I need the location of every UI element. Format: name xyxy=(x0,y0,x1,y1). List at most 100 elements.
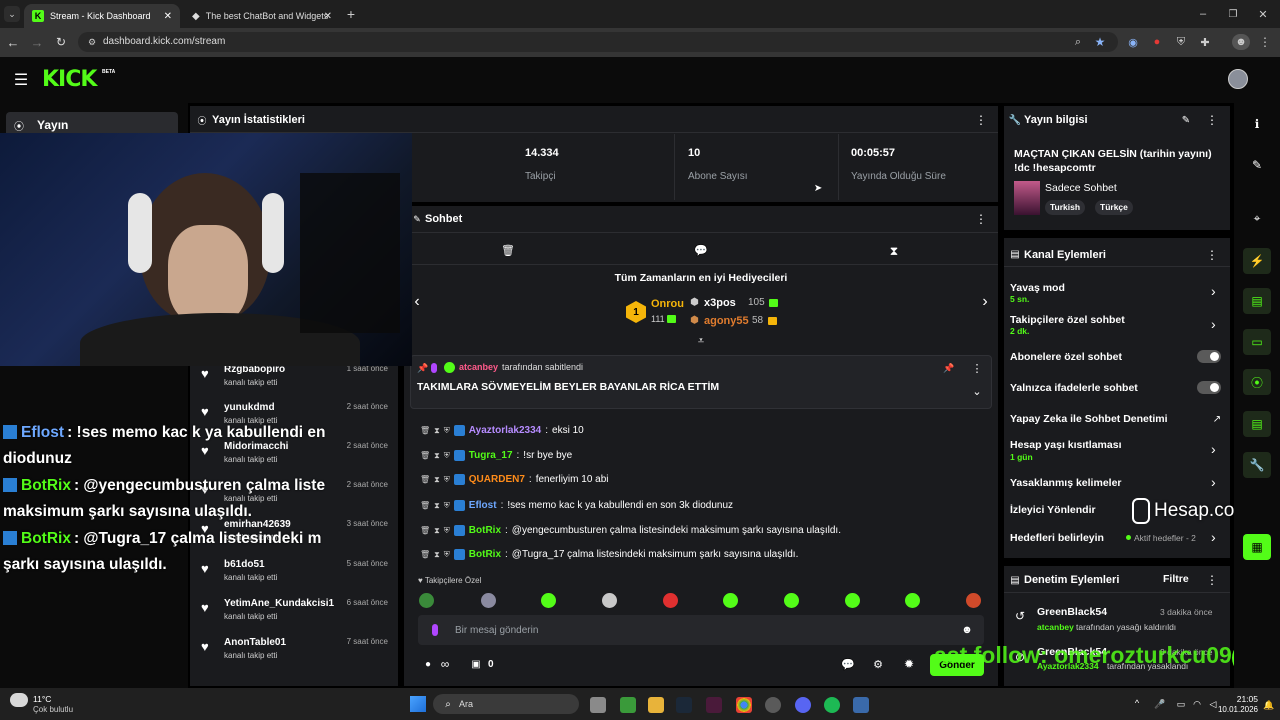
followers-chat-label[interactable]: Takipçilere özel sohbet xyxy=(1010,314,1125,326)
address-bar[interactable]: dashboard.kick.com/stream xyxy=(78,32,1118,52)
emote-icon[interactable] xyxy=(481,593,496,608)
app-icon[interactable]: ▦ xyxy=(1243,534,1271,560)
delete-icon[interactable]: 🗑 xyxy=(420,501,430,510)
bookmark-star-icon[interactable]: ★ xyxy=(1093,35,1107,49)
infinity-icon[interactable]: ∞ xyxy=(438,657,452,671)
menu-dots-icon[interactable]: ⋮ xyxy=(1206,573,1218,587)
emote-icon[interactable] xyxy=(966,593,981,608)
chat-username[interactable]: Eflost xyxy=(469,500,497,511)
extension-icon[interactable]: ● xyxy=(1150,35,1164,49)
timeout-icon[interactable]: ⧗ xyxy=(434,526,440,536)
ban-icon[interactable]: ⛨ xyxy=(444,550,450,560)
chat-username[interactable]: Ayaztorlak2334 xyxy=(469,425,541,436)
menu-dots-icon[interactable]: ⋮ xyxy=(1206,113,1218,127)
chevron-right-icon[interactable]: › xyxy=(978,293,992,311)
wrench-icon[interactable]: 🔧 xyxy=(1243,452,1271,478)
goals-label[interactable]: Hedefleri belirleyin xyxy=(1010,532,1104,544)
lightning-icon[interactable]: ⚡ xyxy=(1243,248,1271,274)
chevron-left-icon[interactable]: ‹ xyxy=(410,293,424,311)
mic-icon[interactable] xyxy=(432,624,438,636)
tag-chip[interactable]: Türkçe xyxy=(1095,200,1133,215)
delete-icon[interactable]: 🗑 xyxy=(420,526,430,535)
edit-pencil-icon[interactable]: ✎ xyxy=(1180,114,1192,126)
emote-icon[interactable] xyxy=(784,593,799,608)
chevron-right-icon[interactable]: › xyxy=(1211,441,1216,457)
pinned-by-user[interactable]: atcanbey xyxy=(459,362,498,372)
follower-name[interactable]: AnonTable01 xyxy=(224,637,286,648)
back-icon[interactable]: ← xyxy=(6,35,20,50)
chevron-right-icon[interactable]: › xyxy=(1211,474,1216,490)
windows-start-icon[interactable] xyxy=(410,696,426,712)
ai-moderation-label[interactable]: Yapay Zeka ile Sohbet Denetimi xyxy=(1010,413,1168,425)
info-icon[interactable]: ℹ xyxy=(1243,111,1271,137)
ban-icon[interactable]: ⛨ xyxy=(444,526,450,536)
menu-dots-icon[interactable]: ⋮ xyxy=(975,212,987,226)
minimize-icon[interactable]: – xyxy=(1196,7,1210,21)
emote-icon[interactable] xyxy=(602,593,617,608)
edit-pencil-icon[interactable]: ✎ xyxy=(1243,152,1271,178)
filter-button[interactable]: Filtre xyxy=(1163,573,1189,585)
timeout-icon[interactable]: ⧗ xyxy=(434,475,440,485)
unpin-icon[interactable]: 📌 xyxy=(943,362,955,374)
microphone-icon[interactable]: 🎤 xyxy=(1154,698,1165,710)
app-icon[interactable] xyxy=(853,697,869,713)
notification-bell-icon[interactable]: 🔔 xyxy=(1263,700,1274,710)
chat-username[interactable]: BotRix xyxy=(469,549,501,560)
viewer-redirect-label[interactable]: İzleyici Yönlendir xyxy=(1010,504,1096,516)
delete-icon[interactable]: 🗑 xyxy=(420,475,430,484)
minecraft-icon[interactable] xyxy=(620,697,636,713)
emote-icon[interactable] xyxy=(723,593,738,608)
tab-search-icon[interactable]: ⌄ xyxy=(4,6,20,22)
chat-bubble-icon[interactable]: 💬 xyxy=(694,244,708,257)
emote-wheel-icon[interactable]: ✹ xyxy=(902,657,916,671)
shield-icon[interactable]: ⛨ xyxy=(1174,35,1188,49)
age-restriction-label[interactable]: Hesap yaşı kısıtlaması xyxy=(1010,439,1122,451)
close-window-icon[interactable]: ✕ xyxy=(1256,7,1270,21)
document-icon[interactable]: ▤ xyxy=(1243,288,1271,314)
chevron-right-icon[interactable]: › xyxy=(1211,529,1216,545)
emote-icon[interactable] xyxy=(541,593,556,608)
slow-mode-label[interactable]: Yavaş mod xyxy=(1010,282,1065,294)
chat-bubble-icon[interactable]: 💬 xyxy=(841,658,855,671)
hourglass-icon[interactable]: ⧗ xyxy=(887,244,901,258)
emote-icon[interactable] xyxy=(905,593,920,608)
hamburger-menu-icon[interactable]: ☰ xyxy=(13,72,29,89)
emoji-icon[interactable]: ☻ xyxy=(961,624,973,636)
extensions-puzzle-icon[interactable]: ✚ xyxy=(1198,35,1212,49)
display-icon[interactable]: ▭ xyxy=(1175,698,1187,710)
emote-icon[interactable] xyxy=(663,593,678,608)
tag-chip[interactable]: Turkish xyxy=(1045,200,1086,215)
chrome-icon[interactable] xyxy=(736,697,752,713)
menu-dots-icon[interactable]: ⋮ xyxy=(975,113,987,127)
kick-logo[interactable]: KICK xyxy=(42,67,97,92)
menu-dots-icon[interactable]: ⋮ xyxy=(972,361,983,375)
focus-icon[interactable]: ⌖ xyxy=(1243,205,1271,231)
close-tab-icon[interactable]: ✕ xyxy=(164,11,172,22)
mod-target-user[interactable]: atcanbey xyxy=(1037,622,1074,632)
profile-icon[interactable]: ☻ xyxy=(1232,34,1250,50)
taskbar-search[interactable] xyxy=(433,694,579,714)
discord-icon[interactable] xyxy=(795,697,811,713)
emotes-chat-toggle[interactable] xyxy=(1197,381,1221,394)
reload-icon[interactable]: ↻ xyxy=(54,35,68,49)
subs-chat-toggle[interactable] xyxy=(1197,350,1221,363)
clock-time[interactable]: 21:05 xyxy=(1228,694,1258,704)
weather-cloud-icon[interactable] xyxy=(10,693,28,707)
zoom-icon[interactable]: ⌕ xyxy=(1071,35,1085,49)
site-info-icon[interactable]: ⚙ xyxy=(86,36,98,48)
chat-username[interactable]: Tugra_17 xyxy=(469,450,513,461)
file-explorer-icon[interactable] xyxy=(648,697,664,713)
follower-name[interactable]: Midorimacchi xyxy=(224,441,288,452)
collapse-icon[interactable]: ⩡ xyxy=(694,335,708,347)
follower-name[interactable]: b61do51 xyxy=(224,559,265,570)
forward-icon[interactable]: → xyxy=(30,35,44,50)
broadcast-icon[interactable]: ⦿ xyxy=(1243,369,1271,395)
moderator-name[interactable]: GreenBlack54 xyxy=(1037,606,1107,618)
chat-username[interactable]: BotRix xyxy=(469,525,501,536)
chevron-right-icon[interactable]: › xyxy=(1211,316,1216,332)
banned-words-label[interactable]: Yasaklanmış kelimeler xyxy=(1010,477,1122,489)
timeout-icon[interactable]: ⧗ xyxy=(434,550,440,560)
spotify-icon[interactable] xyxy=(824,697,840,713)
timeout-icon[interactable]: ⧗ xyxy=(434,451,440,461)
chevron-right-icon[interactable]: › xyxy=(1211,283,1216,299)
